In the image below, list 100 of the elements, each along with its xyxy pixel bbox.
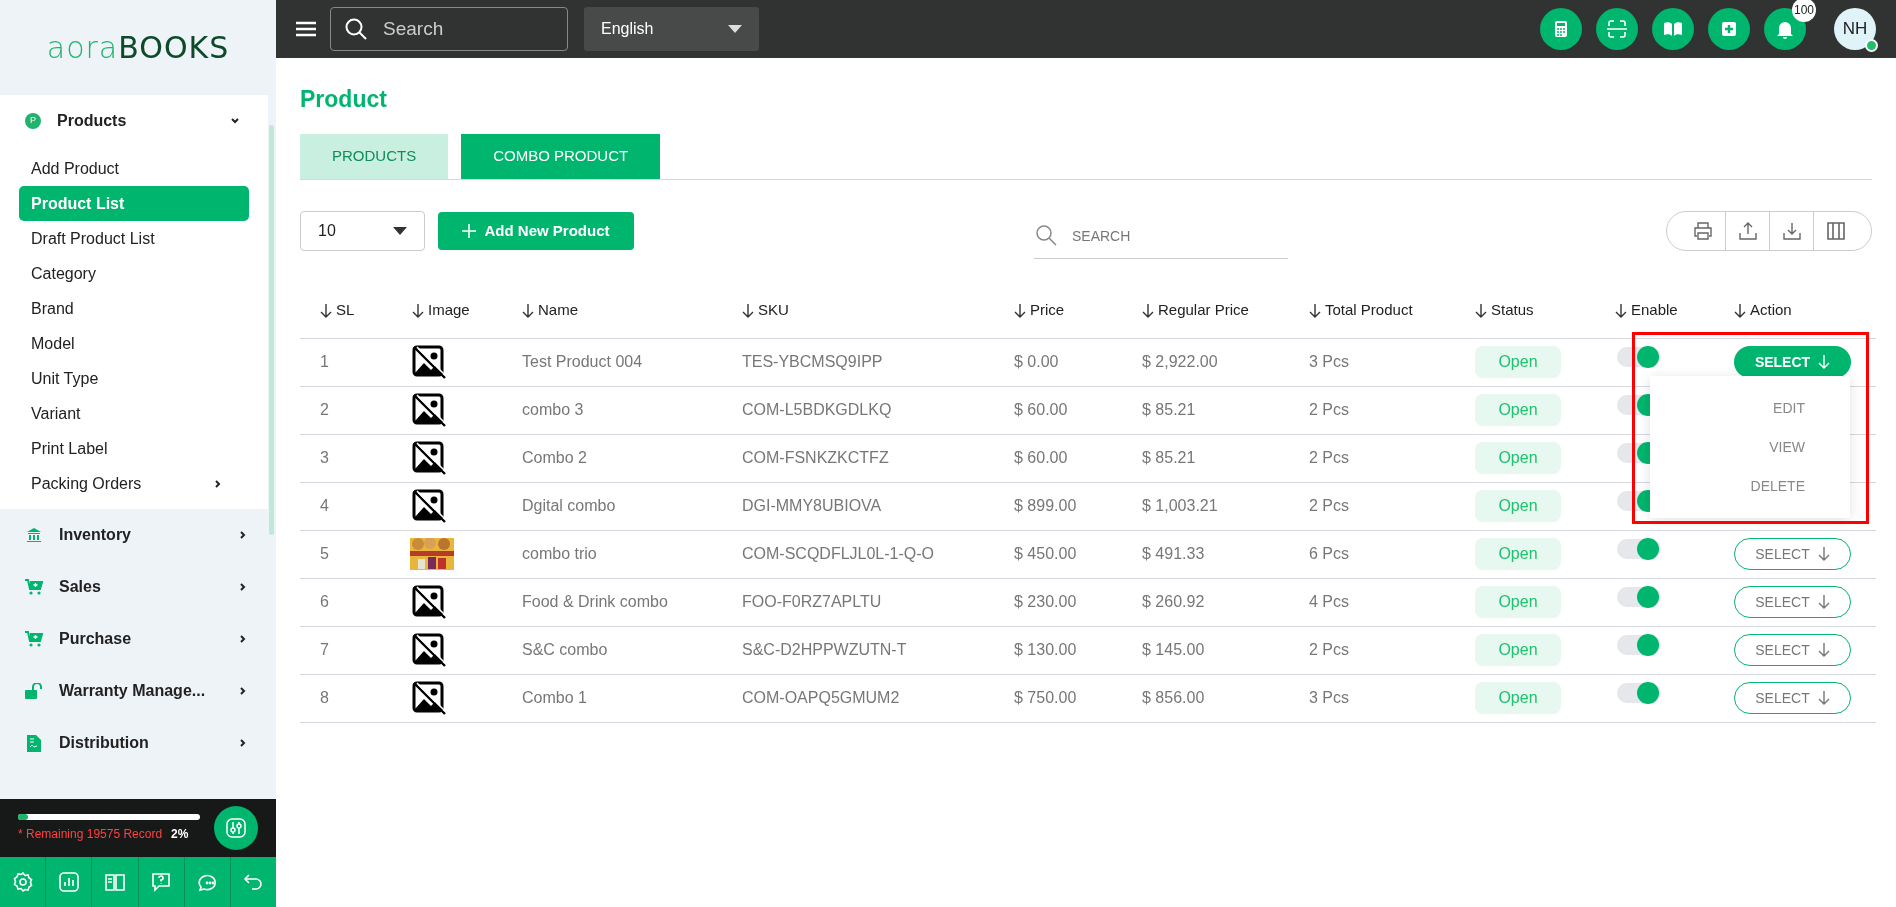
sliders-button[interactable] (214, 806, 258, 850)
chevron-right-icon (238, 530, 248, 540)
status-badge: Open (1475, 634, 1561, 666)
nav-section[interactable]: Inventory (0, 509, 276, 561)
sku: COM-SCQDFLJL0L-1-Q-O (742, 545, 935, 562)
regular-price: $ 1,003.21 (1142, 497, 1218, 514)
product-name: Dgital combo (522, 497, 616, 514)
columns-icon (1825, 221, 1846, 241)
search-field[interactable]: SEARCH (1034, 213, 1288, 259)
status-badge: Open (1475, 538, 1561, 570)
column-header[interactable]: Price (1014, 299, 1065, 322)
toggle-switch[interactable] (1617, 346, 1661, 367)
toggle-switch[interactable] (1617, 634, 1661, 655)
nav-item[interactable]: Model (19, 326, 249, 361)
caret-down-icon (728, 25, 742, 33)
total-product: 2 Pcs (1309, 401, 1349, 418)
product-name: Combo 1 (522, 689, 587, 706)
scrollbar[interactable] (269, 125, 274, 535)
price: $ 60.00 (1014, 401, 1068, 418)
row-number: 6 (320, 593, 329, 610)
column-header[interactable]: Name (522, 299, 578, 322)
book-button[interactable] (1652, 8, 1694, 50)
row-number: 8 (320, 689, 329, 706)
add-button[interactable] (1708, 8, 1750, 50)
toggle-switch[interactable] (1617, 586, 1661, 607)
toggle-switch[interactable] (1617, 538, 1661, 559)
nav-item[interactable]: Add Product (19, 151, 249, 186)
caret-down-icon (393, 227, 407, 235)
help-icon[interactable] (150, 871, 173, 893)
arrow-down-icon (1817, 595, 1830, 609)
sort-arrow-icon (320, 303, 332, 318)
nav-item[interactable]: Packing Orders (19, 466, 249, 501)
nav-item[interactable]: Brand (19, 291, 249, 326)
sku: COM-OAPQ5GMUM2 (742, 689, 900, 706)
bar-chart-icon[interactable] (57, 871, 80, 893)
row-number: 4 (320, 497, 329, 514)
scan-icon (1606, 18, 1628, 40)
chevron-right-icon (213, 478, 223, 489)
column-header[interactable]: Action (1734, 299, 1792, 322)
page-size-dropdown[interactable]: 10 (300, 211, 425, 251)
cart-icon (25, 579, 43, 595)
nav-section[interactable]: Sales (0, 561, 276, 613)
settings-icon[interactable] (11, 871, 34, 893)
column-header[interactable]: SKU (742, 299, 789, 322)
upload-icon (1737, 221, 1758, 241)
nav-item[interactable]: Draft Product List (19, 221, 249, 256)
nav-item[interactable]: Print Label (19, 431, 249, 466)
remaining-note: * Remaining 19575 Record (18, 825, 163, 843)
sort-arrow-icon (1734, 303, 1746, 318)
calculator-button[interactable] (1540, 8, 1582, 50)
product-name: Food & Drink combo (522, 593, 668, 610)
nav-section[interactable]: Distribution (0, 717, 276, 769)
letter-badge: P (25, 113, 41, 129)
nav-section[interactable]: P Products (0, 95, 268, 147)
sku: COM-L5BDKGDLKQ (742, 401, 892, 418)
user-avatar[interactable]: NH (1834, 8, 1876, 50)
book-icon[interactable] (103, 871, 126, 893)
product-name: Combo 2 (522, 449, 587, 466)
sort-arrow-icon (1475, 303, 1487, 318)
menu-item[interactable]: EDIT (1773, 397, 1805, 419)
nav-label: Products (57, 111, 128, 131)
status-badge: Open (1475, 442, 1561, 474)
sort-arrow-icon (742, 303, 754, 318)
row-number: 7 (320, 641, 329, 658)
scan-button[interactable] (1596, 8, 1638, 50)
toggle-switch[interactable] (1617, 682, 1661, 703)
regular-price: $ 260.92 (1142, 593, 1205, 610)
nav-section[interactable]: Warranty Manage... (0, 665, 276, 717)
total-product: 2 Pcs (1309, 641, 1349, 658)
cart-icon (25, 631, 43, 647)
document-icon (25, 734, 43, 752)
menu-item[interactable]: DELETE (1750, 475, 1805, 497)
arrow-down-icon (1818, 355, 1831, 369)
product-name: combo 3 (522, 401, 584, 418)
search-icon (344, 17, 368, 41)
nav-label: Purchase (59, 629, 133, 649)
status-badge: Open (1475, 586, 1561, 618)
price: $ 60.00 (1014, 449, 1068, 466)
column-header[interactable]: SL (320, 299, 355, 322)
column-header[interactable]: Enable (1615, 299, 1678, 322)
price: $ 450.00 (1014, 545, 1077, 562)
back-icon[interactable] (242, 871, 265, 893)
menu-item[interactable]: VIEW (1769, 436, 1805, 458)
search-field[interactable]: Search (330, 7, 568, 51)
column-header[interactable]: Image (412, 299, 470, 322)
column-header[interactable]: Status (1475, 299, 1534, 322)
chevron-down-icon (230, 116, 240, 126)
column-header[interactable]: Regular Price (1142, 299, 1249, 322)
language-dropdown[interactable]: English (584, 7, 759, 51)
menu-icon[interactable] (296, 21, 316, 37)
product-name: combo trio (522, 545, 597, 562)
nav-item[interactable]: Category (19, 256, 249, 291)
sku: TES-YBCMSQ9IPP (742, 353, 883, 370)
nav-item[interactable]: Variant (19, 396, 249, 431)
nav-section[interactable]: Purchase (0, 613, 276, 665)
column-header[interactable]: Total Product (1309, 299, 1413, 322)
regular-price: $ 85.21 (1142, 401, 1196, 418)
product-name: S&C combo (522, 641, 608, 658)
usage-percent: 2% (171, 825, 189, 843)
nav-item[interactable]: Unit Type (19, 361, 249, 396)
